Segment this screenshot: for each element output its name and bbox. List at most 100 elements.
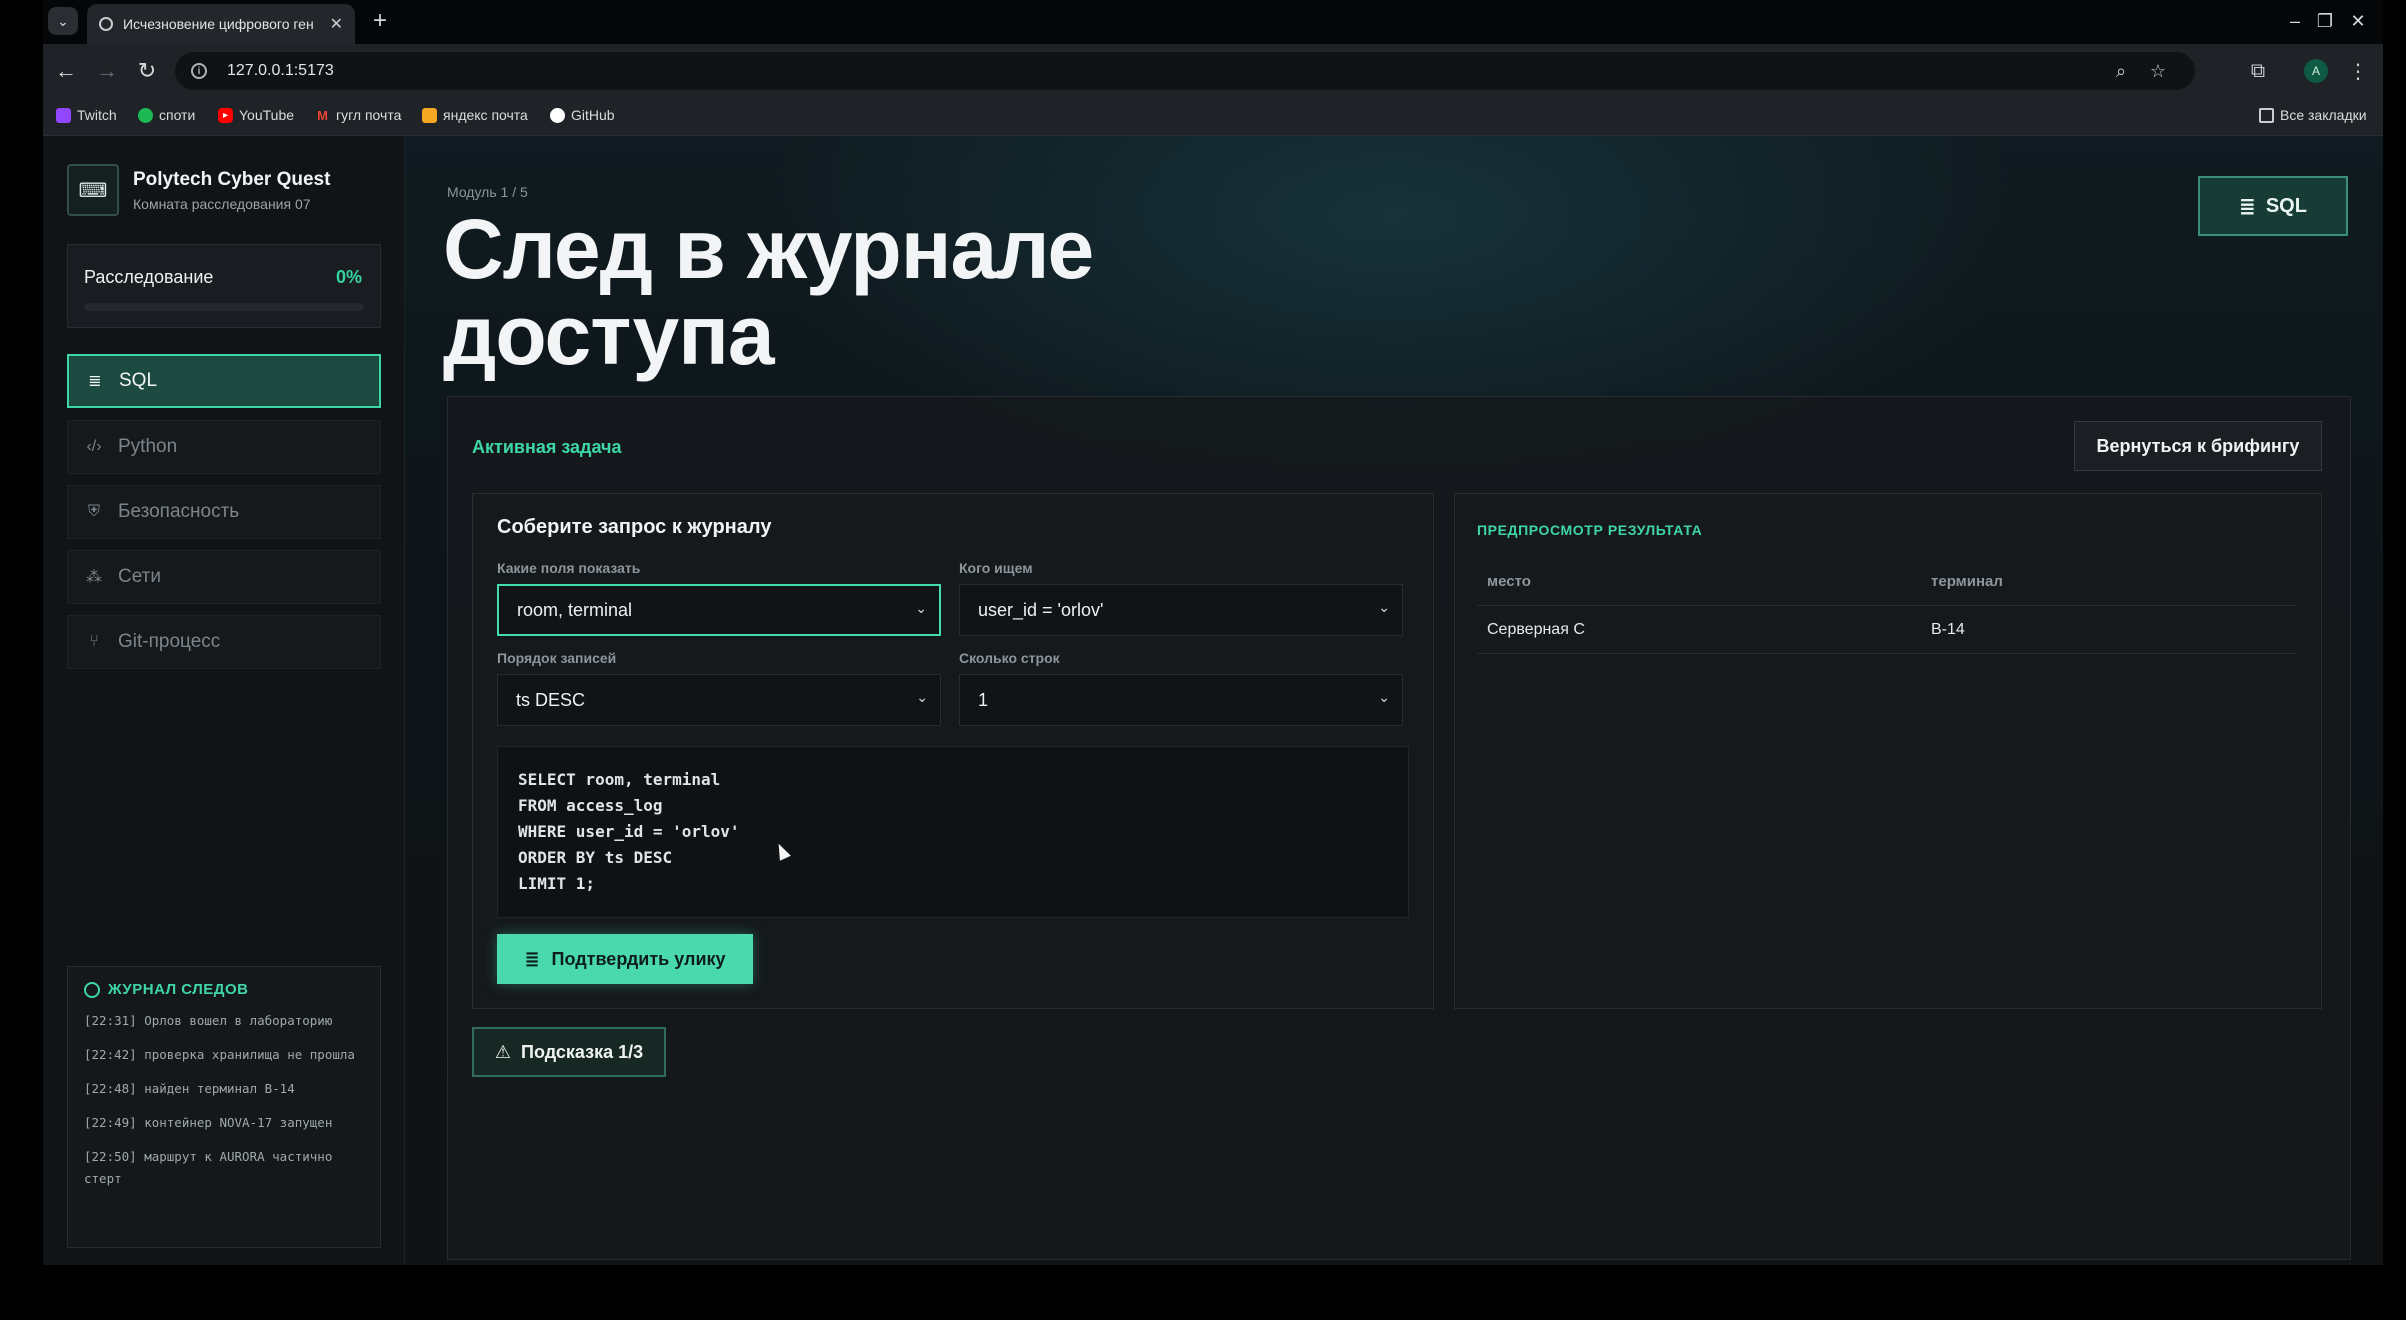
back-arrow-icon[interactable]: ← — [51, 56, 81, 86]
query-builder: Соберите запрос к журналу Какие поля пок… — [472, 493, 1434, 1009]
sql-badge[interactable]: ≣ SQL — [2198, 176, 2348, 236]
zoom-icon[interactable]: ⌕ — [2110, 60, 2132, 82]
bookmark-label: споти — [159, 107, 196, 123]
menu-dots-icon[interactable]: ⋮ — [2343, 56, 2373, 86]
confirm-button-label: Подтвердить улику — [551, 948, 726, 969]
code-icon: ‹/› — [86, 438, 102, 455]
column-header: место — [1487, 573, 1531, 590]
chevron-down-icon: ⌄ — [915, 600, 927, 616]
sidebar: ⌨ Polytech Cyber Quest Комната расследов… — [43, 136, 405, 1265]
sql-query-preview: SELECT room, terminal FROM access_log WH… — [497, 746, 1409, 918]
code-line: WHERE user_id = 'orlov' — [518, 822, 740, 841]
rows-select-value: 1 — [978, 689, 989, 710]
bookmark-spotify[interactable]: споти — [138, 107, 195, 123]
trace-item: [22:48] найден терминал B-14 — [84, 1081, 295, 1096]
extensions-icon[interactable]: ⧉ — [2243, 56, 2273, 86]
profile-avatar[interactable]: A — [2304, 59, 2328, 83]
youtube-icon: ▸ — [218, 107, 233, 123]
sidebar-item-git[interactable]: ⑂ Git-процесс — [67, 615, 381, 669]
trace-item: [22:49] контейнер NOVA-17 запущен — [84, 1115, 333, 1130]
sidebar-item-security[interactable]: ⛨ Безопасность — [67, 485, 381, 539]
progress-value: 0% — [335, 267, 362, 287]
all-bookmarks-label: Все закладки — [2280, 107, 2367, 123]
who-select[interactable]: user_id = 'orlov' ⌄ — [959, 584, 1403, 636]
order-select-value: ts DESC — [516, 689, 586, 710]
brand-subtitle: Комната расследования 07 — [133, 195, 311, 212]
fields-label: Какие поля показать — [497, 560, 641, 576]
reload-icon[interactable]: ↻ — [132, 56, 162, 86]
bookmark-label: гугл почта — [336, 107, 402, 123]
bookmark-yandex-mail[interactable]: яндекс почта — [422, 107, 528, 123]
browser-tab[interactable]: Исчезновение цифрового ген ✕ — [87, 4, 355, 44]
code-line: LIMIT 1; — [518, 874, 596, 893]
network-icon: ⁂ — [86, 569, 102, 586]
back-to-briefing-button[interactable]: Вернуться к брифингу — [2074, 421, 2322, 471]
all-bookmarks[interactable]: Все закладки — [2259, 107, 2367, 123]
close-window-button[interactable]: ✕ — [2338, 6, 2378, 36]
chevron-down-icon: ⌄ — [916, 689, 928, 705]
shield-icon: ⛨ — [87, 503, 100, 520]
sidebar-item-python[interactable]: ‹/› Python — [67, 420, 381, 474]
database-icon: ≣ — [88, 373, 102, 390]
order-label: Порядок записей — [497, 650, 617, 666]
trace-item: [22:31] Орлов вошел в лабораторию — [84, 1013, 333, 1028]
table-cell: Серверная C — [1487, 620, 1585, 638]
browser-window: ⌄ Исчезновение цифрового ген ✕ + – ❐ ✕ ←… — [43, 0, 2383, 1265]
trace-title-text: ЖУРНАЛ СЛЕДОВ — [108, 981, 249, 998]
column-header: терминал — [1931, 573, 2003, 590]
chevron-down-icon: ⌄ — [1378, 599, 1390, 615]
git-branch-icon: ⑂ — [89, 633, 99, 650]
spotify-icon — [138, 107, 153, 123]
tab-favicon-icon — [99, 17, 113, 31]
terminal-icon: ⌨ — [67, 164, 119, 216]
bookmark-youtube[interactable]: ▸ YouTube — [218, 107, 294, 123]
bookmark-github[interactable]: GitHub — [550, 107, 615, 123]
trace-log-title: ЖУРНАЛ СЛЕДОВ — [84, 981, 364, 998]
bookmark-twitch[interactable]: Twitch — [56, 107, 117, 123]
sidebar-item-sql[interactable]: ≣ SQL — [67, 354, 381, 408]
code-line: FROM access_log — [518, 796, 663, 815]
table-cell: B-14 — [1931, 620, 1965, 638]
builder-title: Соберите запрос к журналу — [497, 516, 772, 538]
progress-label: Расследование — [84, 267, 214, 287]
tab-search-button[interactable]: ⌄ — [48, 7, 78, 35]
forward-arrow-icon[interactable]: → — [92, 56, 122, 86]
tab-close-icon[interactable]: ✕ — [330, 14, 343, 34]
tab-title: Исчезновение цифрового ген — [123, 16, 314, 32]
site-info-icon[interactable]: i — [191, 63, 207, 79]
sidebar-item-label: Сети — [118, 566, 161, 587]
order-select[interactable]: ts DESC ⌄ — [497, 674, 941, 726]
new-tab-button[interactable]: + — [365, 6, 395, 36]
fields-select[interactable]: room, terminal ⌄ — [497, 584, 941, 636]
bookmark-label: YouTube — [239, 107, 295, 123]
progress-bar — [84, 303, 364, 311]
rows-select[interactable]: 1 ⌄ — [959, 674, 1403, 726]
bookmark-label: Twitch — [77, 107, 117, 123]
result-preview: ПРЕДПРОСМОТР РЕЗУЛЬТАТА место терминал С… — [1454, 493, 2322, 1009]
chevron-down-icon: ⌄ — [1378, 689, 1390, 705]
trace-item: [22:42] проверка хранилища не прошла — [84, 1047, 355, 1062]
trace-item: [22:50] маршрут к AURORA частично стерт — [84, 1149, 333, 1186]
address-bar[interactable]: i 127.0.0.1:5173 ⌕ ☆ — [175, 52, 2195, 90]
table-row: Серверная C B-14 — [1477, 606, 2297, 654]
task-panel: Активная задача Вернуться к брифингу Соб… — [447, 396, 2351, 1260]
sidebar-item-label: Python — [118, 436, 178, 457]
browser-toolbar: ← → ↻ i 127.0.0.1:5173 ⌕ ☆ ⧉ A ⋮ — [43, 44, 2383, 98]
fields-select-value: room, terminal — [517, 599, 633, 620]
gmail-icon: M — [317, 107, 328, 123]
page-title: След в журнале доступа — [443, 202, 1094, 382]
hint-button[interactable]: ⚠ Подсказка 1/3 — [472, 1027, 666, 1077]
database-icon: ≣ — [2239, 195, 2256, 218]
trace-log: ЖУРНАЛ СЛЕДОВ [22:31] Орлов вошел в лабо… — [67, 966, 381, 1248]
bookmark-gmail[interactable]: M гугл почта — [315, 107, 401, 123]
confirm-evidence-button[interactable]: ≣ Подтвердить улику — [497, 934, 753, 984]
sidebar-item-networks[interactable]: ⁂ Сети — [67, 550, 381, 604]
yandex-mail-icon — [422, 107, 437, 123]
bookmark-star-icon[interactable]: ☆ — [2147, 60, 2169, 82]
page-content: ⌨ Polytech Cyber Quest Комната расследов… — [43, 136, 2383, 1265]
tab-bar: ⌄ Исчезновение цифрового ген ✕ + – ❐ ✕ — [43, 0, 2383, 44]
database-icon: ≣ — [524, 948, 540, 969]
github-icon — [550, 107, 565, 123]
sidebar-item-label: SQL — [119, 370, 158, 391]
radar-icon — [84, 981, 100, 998]
